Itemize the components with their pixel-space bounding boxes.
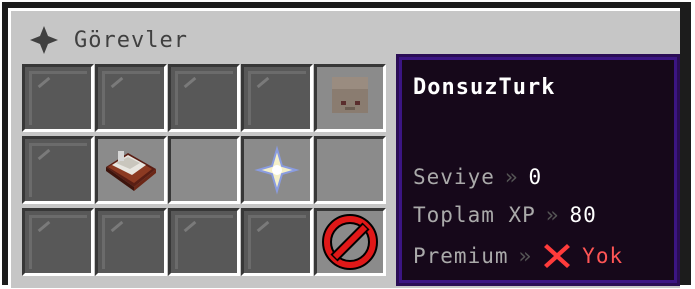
glass-pane-slot[interactable] — [241, 208, 313, 276]
player-head-icon — [332, 77, 368, 113]
enchanted-book-icon — [106, 151, 156, 191]
xp-separator: » — [545, 203, 560, 227]
glass-pane-slot[interactable] — [22, 64, 94, 132]
barrier-slot[interactable] — [314, 208, 386, 276]
level-label: Seviye — [413, 165, 495, 189]
player-head-slot[interactable] — [314, 64, 386, 132]
premium-separator: » — [518, 244, 533, 268]
enchanted-book-slot[interactable] — [95, 136, 167, 204]
xp-row: Toplam XP » 80 — [413, 203, 597, 227]
premium-row: Premium » Yok — [413, 241, 623, 271]
nether-star-icon — [254, 145, 300, 195]
empty-slot[interactable] — [314, 136, 386, 204]
premium-value: Yok — [582, 244, 624, 268]
level-separator: » — [504, 165, 519, 189]
window-title: Görevler — [74, 27, 188, 53]
glass-pane-slot[interactable] — [22, 208, 94, 276]
window-title-bar: Görevler — [28, 22, 188, 58]
glass-pane-slot[interactable] — [168, 64, 240, 132]
glass-pane-slot[interactable] — [95, 64, 167, 132]
glass-pane-slot[interactable] — [95, 208, 167, 276]
empty-slot[interactable] — [168, 136, 240, 204]
glass-pane-slot[interactable] — [241, 64, 313, 132]
red-x-icon — [544, 244, 571, 268]
xp-value: 80 — [569, 203, 597, 227]
xp-label: Toplam XP — [413, 203, 536, 227]
premium-label: Premium — [413, 244, 509, 268]
player-name: DonsuzTurk — [413, 75, 556, 100]
compass-star-icon — [30, 26, 58, 54]
glass-pane-slot[interactable] — [168, 208, 240, 276]
glass-pane-slot[interactable] — [22, 136, 94, 204]
level-value: 0 — [528, 165, 543, 189]
level-row: Seviye » 0 — [413, 165, 542, 189]
nether-star-slot[interactable] — [241, 136, 313, 204]
player-tooltip: DonsuzTurk Seviye » 0 Toplam XP » 80 Pre… — [396, 54, 680, 286]
barrier-icon — [322, 214, 378, 270]
